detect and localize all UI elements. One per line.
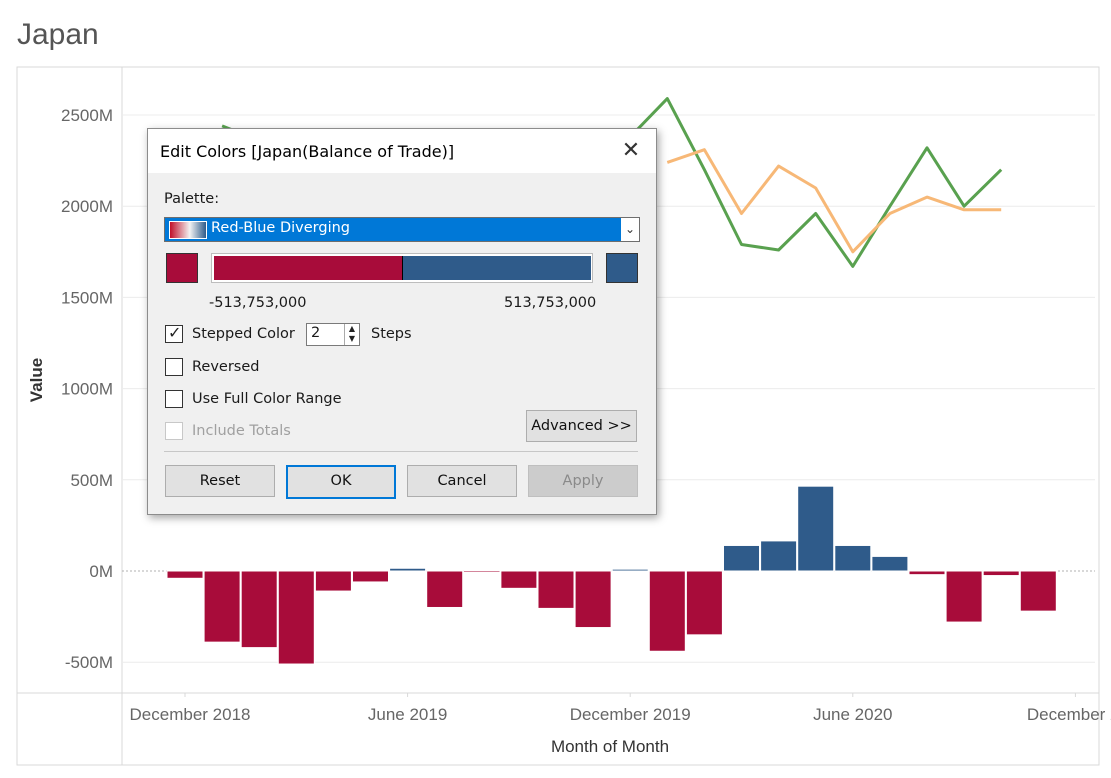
divider <box>164 451 638 452</box>
checkmark-icon: ✓ <box>168 323 182 342</box>
bar <box>1019 570 1057 612</box>
y-tick-label: 2500M <box>61 106 113 125</box>
palette-dropdown[interactable]: Red-Blue Diverging ⌄ <box>164 217 640 242</box>
edit-colors-dialog: Edit Colors [Japan(Balance of Trade)] ✕ … <box>147 128 657 515</box>
y-tick-label: -500M <box>65 653 113 672</box>
include-totals-label: Include Totals <box>192 423 291 439</box>
steps-label: Steps <box>371 326 412 342</box>
bar <box>945 570 983 623</box>
x-tick-label: December 2019 <box>570 705 691 724</box>
bar <box>537 570 575 609</box>
cancel-button[interactable]: Cancel <box>407 465 517 497</box>
bar <box>240 570 278 649</box>
chevron-down-icon[interactable]: ⌄ <box>621 218 639 241</box>
bar <box>611 568 649 572</box>
bar <box>834 544 872 572</box>
bar <box>685 570 723 636</box>
advanced-button[interactable]: Advanced >> <box>526 410 637 442</box>
bar <box>203 570 241 643</box>
reversed-checkbox[interactable] <box>165 358 183 376</box>
end-color-swatch[interactable] <box>606 253 638 283</box>
range-max-label: 513,753,000 <box>504 295 597 311</box>
include-totals-checkbox <box>165 422 183 440</box>
bar <box>426 570 464 608</box>
bar <box>908 570 946 576</box>
bar <box>797 485 835 572</box>
reset-button[interactable]: Reset <box>165 465 275 497</box>
ok-button[interactable]: OK <box>286 465 396 499</box>
bar <box>166 570 204 579</box>
y-tick-label: 1000M <box>61 380 113 399</box>
ramp-negative-step <box>214 256 402 280</box>
x-axis-title: Month of Month <box>551 737 669 756</box>
color-ramp-preview <box>211 253 593 283</box>
stepped-color-label: Stepped Color <box>192 326 295 342</box>
start-color-swatch[interactable] <box>166 253 198 283</box>
apply-button[interactable]: Apply <box>528 465 638 497</box>
close-icon[interactable]: ✕ <box>618 138 644 164</box>
x-tick-label: June 2020 <box>813 705 892 724</box>
reversed-label: Reversed <box>192 359 260 375</box>
ramp-positive-step <box>402 256 591 280</box>
x-tick-label: June 2019 <box>368 705 447 724</box>
stepped-color-checkbox[interactable]: ✓ <box>165 323 183 343</box>
bar <box>871 555 909 572</box>
full-color-range-checkbox[interactable] <box>165 390 183 408</box>
bar <box>500 570 538 589</box>
bar <box>760 540 798 572</box>
bar <box>982 570 1020 577</box>
y-tick-label: 2000M <box>61 197 113 216</box>
bar <box>277 570 315 665</box>
range-min-label: -513,753,000 <box>209 295 307 311</box>
bar <box>389 567 427 572</box>
bar <box>314 570 352 592</box>
bar <box>463 570 501 573</box>
x-tick-label: December 2020 <box>1027 705 1111 724</box>
dialog-title: Edit Colors [Japan(Balance of Trade)] <box>160 142 455 161</box>
bar <box>352 570 389 583</box>
y-tick-label: 1500M <box>61 288 113 307</box>
spin-arrows-icon[interactable]: ▲ ▼ <box>344 324 359 345</box>
bar <box>648 570 686 652</box>
y-axis-title: Value <box>27 358 46 402</box>
steps-stepper[interactable]: 2 ▲ ▼ <box>306 323 360 346</box>
bar <box>723 544 760 572</box>
y-tick-label: 0M <box>89 562 113 581</box>
series-line <box>666 148 1002 254</box>
palette-label: Palette: <box>164 191 220 207</box>
steps-value: 2 <box>311 325 321 341</box>
bar <box>574 570 612 629</box>
palette-value: Red-Blue Diverging <box>211 220 350 236</box>
full-color-range-label: Use Full Color Range <box>192 391 342 407</box>
y-tick-label: 500M <box>70 471 113 490</box>
dialog-titlebar: Edit Colors [Japan(Balance of Trade)] ✕ <box>148 129 656 173</box>
palette-swatch-icon <box>169 221 207 239</box>
x-tick-label: December 2018 <box>130 705 251 724</box>
